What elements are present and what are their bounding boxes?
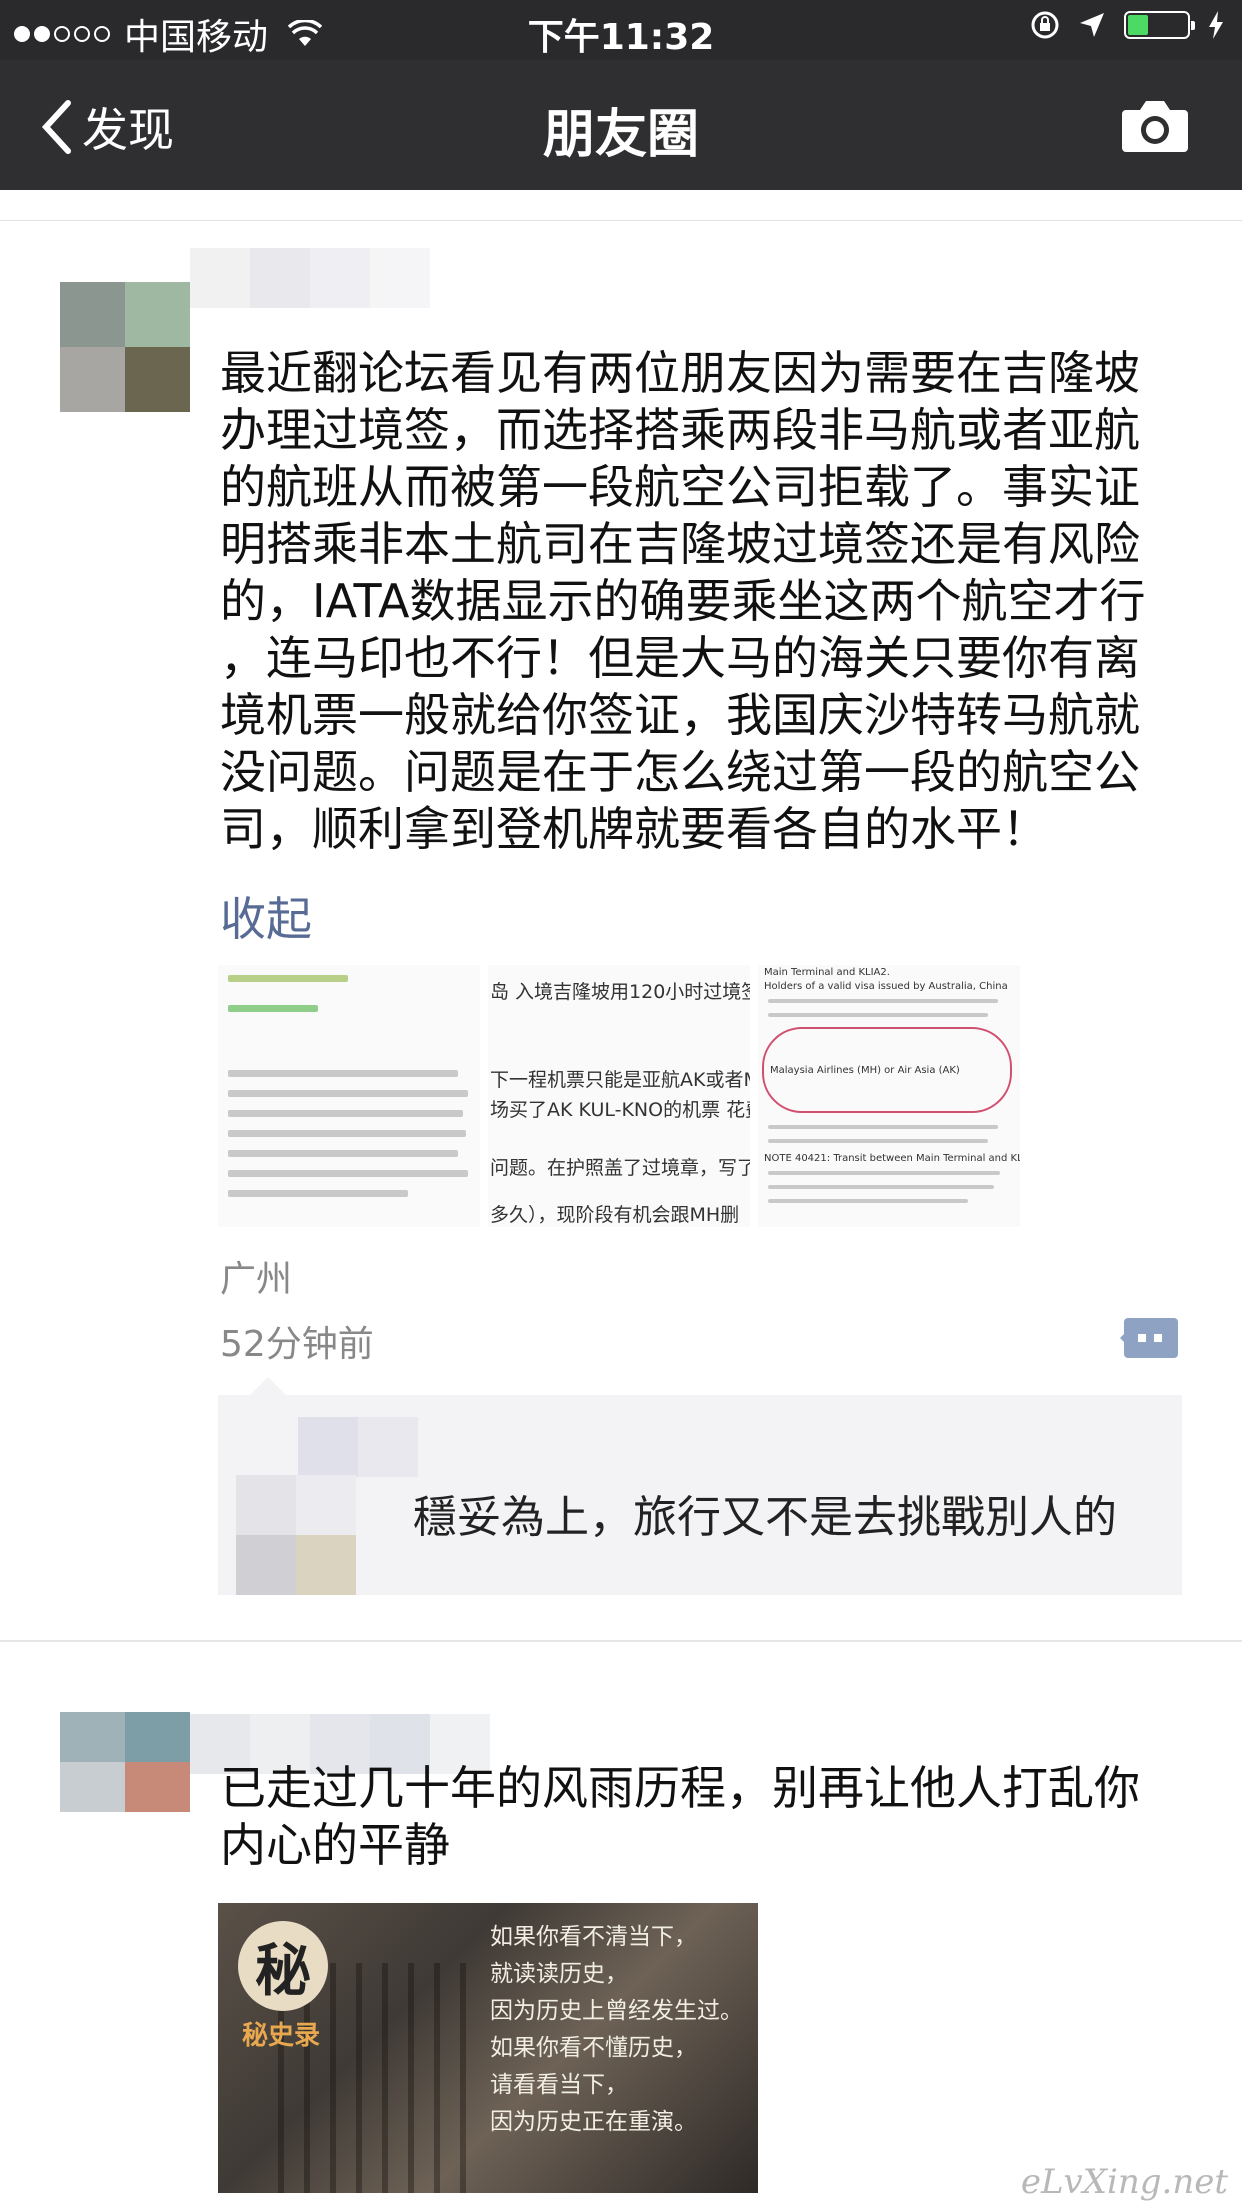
image-brand-text: 秘史录	[242, 2021, 321, 2051]
nickname[interactable]	[190, 248, 430, 308]
thumbnail-text: 岛 入境吉隆坡用120小时过境签	[490, 981, 750, 1003]
avatar[interactable]	[60, 1712, 190, 1812]
post-location[interactable]: 广州	[220, 1250, 292, 1302]
thumbnail-text: NOTE 40421: Transit between Main Termina…	[764, 1153, 1020, 1164]
comment-area-arrow	[250, 1377, 286, 1395]
image-grid: 岛 入境吉隆坡用120小时过境签 下一程机票只能是亚航AK或者MH 场买了AK …	[218, 965, 1020, 1227]
image-thumbnail[interactable]: 岛 入境吉隆坡用120小时过境签 下一程机票只能是亚航AK或者MH 场买了AK …	[488, 965, 750, 1227]
thumbnail-text: 问题。在护照盖了过境章，写了	[490, 1157, 750, 1179]
poem-line: 因为历史上曾经发生过。	[490, 1998, 743, 2024]
thumbnail-text: Holders of a valid visa issued by Austra…	[764, 981, 1008, 992]
like-avatar-blur	[298, 1417, 418, 1477]
post-text: 最近翻论坛看见有两位朋友因为需要在吉隆坡 办理过境签，而选择搭乘两段非马航或者亚…	[220, 346, 1146, 856]
thumbnail-text: 场买了AK KUL-KNO的机票 花费	[490, 1099, 750, 1121]
thumbnail-text: Malaysia Airlines (MH) or Air Asia (AK)	[770, 1065, 960, 1076]
post-text: 已走过几十年的风雨历程，别再让他人打乱你 内心的平静	[220, 1761, 1140, 1872]
watermark: eLvXing.net	[1020, 2162, 1228, 2202]
comment-options-button[interactable]	[1120, 1318, 1178, 1358]
comment-text[interactable]: 穩妥為上，旅行又不是去挑戰別人的	[413, 1481, 1117, 1545]
thumbnail-text: 下一程机票只能是亚航AK或者MH	[490, 1069, 750, 1091]
image-thumbnail[interactable]	[218, 965, 480, 1227]
comment-area: 穩妥為上，旅行又不是去挑戰別人的	[218, 1395, 1182, 1595]
moment-post: 最近翻论坛看见有两位朋友因为需要在吉隆坡 办理过境签，而选择搭乘两段非马航或者亚…	[0, 0, 1242, 1640]
post-image[interactable]: 秘 秘史录 如果你看不清当下， 就读读历史， 因为历史上曾经发生过。 如果你看不…	[218, 1903, 758, 2193]
seal-logo: 秘	[238, 1921, 328, 2011]
collapse-link[interactable]: 收起	[220, 883, 312, 949]
image-thumbnail[interactable]: Main Terminal and KLIA2. Holders of a va…	[758, 965, 1020, 1227]
poem-line: 因为历史正在重演。	[490, 2109, 697, 2135]
avatar[interactable]	[60, 282, 190, 412]
commenter-avatar-blur	[236, 1475, 356, 1595]
thumbnail-text: 多久），现阶段有机会跟MH删	[490, 1204, 740, 1226]
poem-line: 如果你看不懂历史，	[490, 2035, 697, 2061]
poem-line: 请看看当下，	[490, 2072, 628, 2098]
poem-line: 就读读历史，	[490, 1961, 628, 1987]
post-time: 52分钟前	[220, 1324, 374, 1365]
poem-line: 如果你看不清当下，	[490, 1924, 697, 1950]
image-poem: 如果你看不清当下， 就读读历史， 因为历史上曾经发生过。 如果你看不懂历史， 请…	[490, 1919, 750, 2141]
thumbnail-text: Main Terminal and KLIA2.	[764, 967, 890, 978]
